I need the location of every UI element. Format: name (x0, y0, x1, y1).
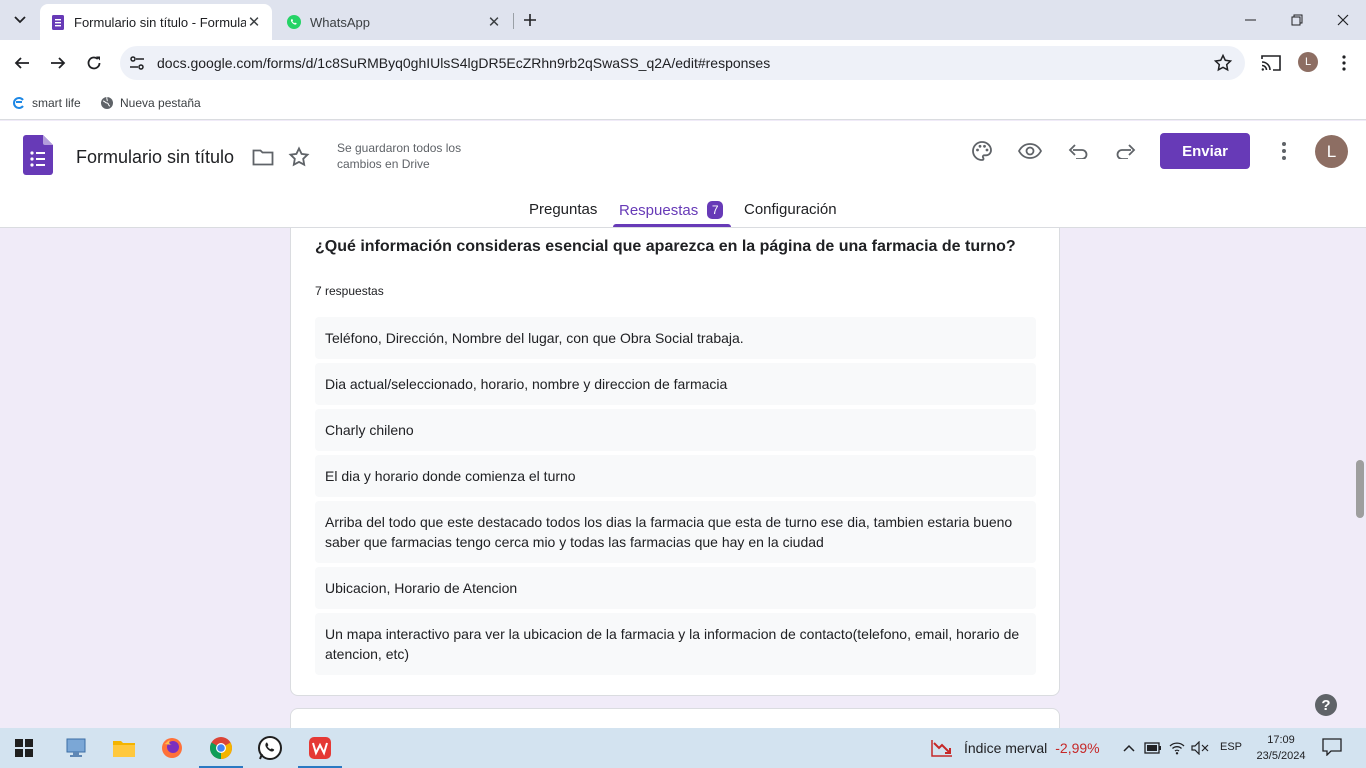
save-status: Se guardaron todos los cambios en Drive (337, 141, 462, 171)
news-value: -2,99% (1055, 740, 1100, 756)
question-summary-card: ¿Qué información consideras esencial que… (290, 228, 1060, 696)
language-indicator[interactable]: ESP (1220, 741, 1242, 753)
chrome-icon[interactable] (197, 728, 245, 768)
bookmark-star-icon[interactable] (1213, 53, 1233, 73)
response-item: Un mapa interactivo para ver la ubicacio… (315, 613, 1036, 675)
browser-profile-avatar[interactable]: L (1298, 52, 1318, 72)
send-button[interactable]: Enviar (1160, 133, 1250, 169)
forms-header: Formulario sin título Se guardaron todos… (0, 121, 1366, 228)
globe-icon (100, 96, 114, 110)
minimize-icon[interactable] (1228, 0, 1274, 40)
reload-icon[interactable] (80, 49, 108, 77)
browser-tab-whatsapp[interactable]: WhatsApp ✕ (276, 4, 512, 40)
tab-settings[interactable]: Configuración (744, 201, 837, 218)
wifi-icon[interactable] (1168, 740, 1186, 756)
firefox-icon[interactable] (148, 728, 196, 768)
url-text: docs.google.com/forms/d/1c8SuRMByq0ghIUl… (157, 55, 771, 71)
response-item: El dia y horario donde comienza el turno (315, 455, 1036, 497)
active-tab-indicator (613, 224, 731, 227)
response-list: Teléfono, Dirección, Nombre del lugar, c… (315, 317, 1036, 679)
forward-icon[interactable] (44, 49, 72, 77)
redo-icon[interactable] (1114, 139, 1138, 163)
tab-separator (513, 13, 514, 29)
tab-search-icon[interactable] (6, 6, 34, 34)
volume-muted-icon[interactable] (1191, 740, 1209, 756)
more-options-icon[interactable] (1272, 139, 1296, 163)
bookmark-label: smart life (32, 96, 81, 110)
palette-icon[interactable] (970, 139, 994, 163)
notifications-icon[interactable] (1322, 738, 1344, 758)
form-tabs: Preguntas Respuestas 7 Configuración (0, 199, 1366, 228)
tab-responses[interactable]: Respuestas 7 (619, 201, 724, 219)
google-forms-logo-icon[interactable] (23, 135, 53, 175)
windows-start-icon[interactable] (0, 728, 48, 768)
bookmark-label: Nueva pestaña (120, 96, 201, 110)
bookmark-smart-life[interactable]: smart life (12, 93, 81, 113)
browser-tab-strip: Formulario sin título - Formular ✕ Whats… (0, 0, 1366, 40)
news-widget[interactable]: Índice merval -2,99% (930, 736, 1100, 760)
bookmark-nueva-pestana[interactable]: Nueva pestaña (100, 93, 201, 113)
question-title: ¿Qué información consideras esencial que… (315, 238, 1016, 255)
site-settings-icon[interactable] (128, 54, 146, 72)
response-item: Teléfono, Dirección, Nombre del lugar, c… (315, 317, 1036, 359)
responses-count-badge: 7 (707, 201, 724, 219)
scrollbar-thumb[interactable] (1356, 460, 1364, 518)
address-bar[interactable]: docs.google.com/forms/d/1c8SuRMByq0ghIUl… (120, 46, 1245, 80)
whatsapp-icon (286, 14, 302, 30)
task-view-icon[interactable] (52, 728, 100, 768)
tab-responses-label: Respuestas (619, 202, 699, 219)
clock[interactable]: 17:09 23/5/2024 (1254, 732, 1308, 764)
show-hidden-icons-icon[interactable] (1120, 740, 1138, 756)
google-forms-icon (50, 14, 66, 30)
account-avatar[interactable]: L (1315, 135, 1348, 168)
new-tab-icon[interactable] (518, 8, 542, 32)
browser-menu-icon[interactable] (1334, 52, 1354, 74)
preview-eye-icon[interactable] (1018, 139, 1042, 163)
close-tab-icon[interactable]: ✕ (246, 14, 262, 31)
response-item: Dia actual/seleccionado, horario, nombre… (315, 363, 1036, 405)
bookmarks-bar: smart life Nueva pestaña (0, 86, 1366, 120)
response-item: Arriba del todo que este destacado todos… (315, 501, 1036, 563)
undo-icon[interactable] (1066, 139, 1090, 163)
tab-title: Formulario sin título - Formular (74, 14, 246, 30)
help-icon[interactable]: ? (1315, 694, 1337, 716)
stock-chart-icon (930, 738, 954, 758)
battery-icon[interactable] (1144, 740, 1162, 756)
restore-icon[interactable] (1274, 0, 1320, 40)
form-title[interactable]: Formulario sin título (76, 147, 234, 168)
responses-content: ¿Qué información consideras esencial que… (0, 228, 1366, 728)
cast-icon[interactable] (1260, 53, 1282, 73)
browser-toolbar: docs.google.com/forms/d/1c8SuRMByq0ghIUl… (0, 40, 1366, 86)
response-count: 7 respuestas (315, 284, 384, 298)
response-item: Charly chileno (315, 409, 1036, 451)
smart-life-icon (12, 96, 26, 110)
folder-icon[interactable] (251, 145, 275, 169)
windows-taskbar: Índice merval -2,99% ESP 17:09 23/5/2024 (0, 728, 1366, 768)
news-label: Índice merval (964, 740, 1048, 756)
whatsapp-taskbar-icon[interactable] (246, 728, 294, 768)
close-tab-icon[interactable]: ✕ (486, 14, 502, 31)
tab-title: WhatsApp (310, 14, 370, 30)
star-icon[interactable] (287, 145, 311, 169)
next-question-card (290, 708, 1060, 728)
close-window-icon[interactable] (1320, 0, 1366, 40)
clock-date: 23/5/2024 (1256, 750, 1306, 762)
tab-questions[interactable]: Preguntas (529, 201, 597, 218)
file-explorer-icon[interactable] (100, 728, 148, 768)
response-item: Ubicacion, Horario de Atencion (315, 567, 1036, 609)
clock-time: 17:09 (1267, 734, 1295, 746)
browser-tab-forms[interactable]: Formulario sin título - Formular ✕ (40, 4, 272, 40)
back-icon[interactable] (8, 49, 36, 77)
wps-office-icon[interactable] (296, 728, 344, 768)
